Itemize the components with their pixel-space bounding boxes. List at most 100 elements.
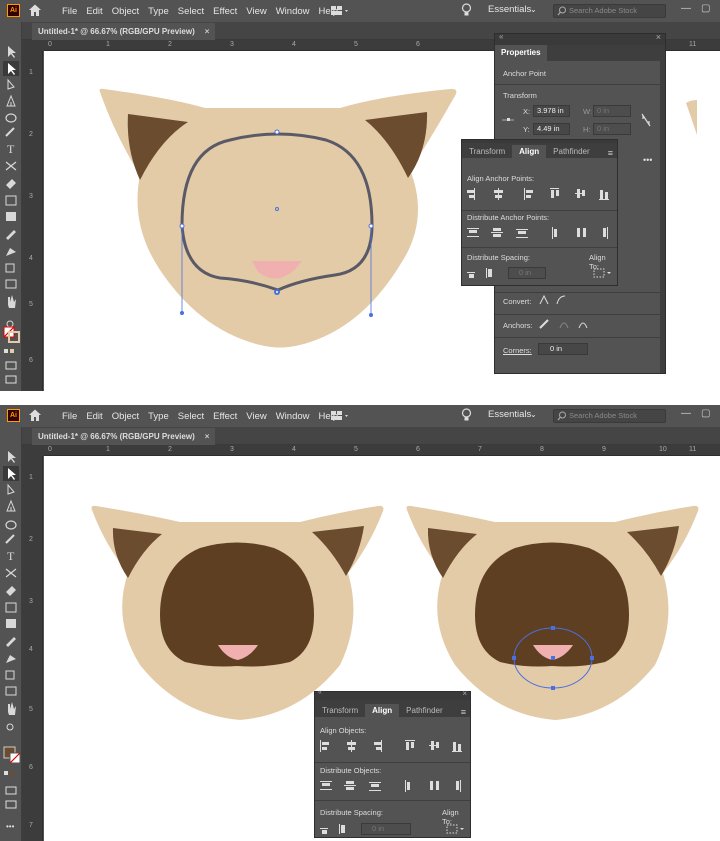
- align-to-key-object-icon[interactable]: [446, 823, 466, 835]
- distribute-anchor-buttons[interactable]: [462, 225, 619, 241]
- menu-object[interactable]: Object: [112, 6, 139, 17]
- ruler-tick: 1: [29, 69, 33, 76]
- menu-object[interactable]: Object: [112, 411, 139, 422]
- tab-pathfinder[interactable]: Pathfinder: [546, 145, 596, 158]
- document-tab-bar: Untitled-1* @ 66.67% (RGB/GPU Preview) ×: [22, 427, 720, 445]
- corners-label[interactable]: Corners:: [503, 346, 532, 355]
- document-tab[interactable]: Untitled-1* @ 66.67% (RGB/GPU Preview) ×: [32, 428, 216, 445]
- close-icon[interactable]: ×: [205, 432, 210, 441]
- panel-scrollbar[interactable]: [660, 61, 665, 373]
- tab-align[interactable]: Align: [512, 145, 547, 158]
- tools-icons[interactable]: T: [0, 22, 22, 391]
- color-mode-icon: [4, 349, 8, 353]
- ruler-tick: 2: [29, 536, 33, 543]
- distribute-objects-buttons[interactable]: [315, 778, 472, 794]
- convert-corner-icon[interactable]: [538, 294, 550, 306]
- distribute-spacing-buttons[interactable]: [319, 822, 359, 836]
- tab-transform[interactable]: Transform: [315, 704, 365, 717]
- ruler-tick: 8: [540, 446, 544, 453]
- reference-point-icon[interactable]: [501, 108, 515, 122]
- distribute-anchor-points-label: Distribute Anchor Points:: [467, 213, 550, 222]
- tab-align[interactable]: Align: [365, 704, 400, 717]
- search-stock-input[interactable]: Search Adobe Stock: [553, 4, 666, 18]
- menu-type[interactable]: Type: [148, 411, 169, 422]
- lightbulb-icon[interactable]: [461, 408, 472, 422]
- paintbrush-icon: [5, 127, 15, 137]
- home-icon[interactable]: [28, 3, 42, 17]
- menu-file[interactable]: File: [62, 411, 77, 422]
- menu-window[interactable]: Window: [276, 6, 310, 17]
- minimize-icon[interactable]: —: [681, 408, 691, 419]
- pen-tool-icon: [6, 94, 16, 107]
- anchor-point-heading: Anchor Point: [503, 69, 546, 78]
- align-anchor-points-label: Align Anchor Points:: [467, 174, 535, 183]
- panel-menu-icon[interactable]: ≡: [461, 707, 466, 717]
- menu-type[interactable]: Type: [148, 6, 169, 17]
- document-tab[interactable]: Untitled-1* @ 66.67% (RGB/GPU Preview) ×: [32, 23, 216, 40]
- tab-transform[interactable]: Transform: [462, 145, 512, 158]
- chevron-down-icon[interactable]: ⌄: [530, 410, 537, 419]
- arrange-documents-icon[interactable]: [330, 409, 350, 423]
- scale-tool-icon: [5, 602, 17, 613]
- ruler-tick: 2: [29, 131, 33, 138]
- document-tab-label: Untitled-1* @ 66.67% (RGB/GPU Preview): [38, 432, 195, 441]
- align-objects-buttons[interactable]: [315, 738, 472, 754]
- remove-anchor-icon[interactable]: [538, 318, 550, 330]
- h-field[interactable]: 0 in: [593, 123, 631, 135]
- isolate-anchor-icon[interactable]: [577, 318, 589, 330]
- menu-file[interactable]: File: [62, 6, 77, 17]
- app-logo: Ai: [7, 409, 20, 422]
- tab-properties[interactable]: Properties: [495, 45, 547, 61]
- convert-label: Convert:: [503, 297, 532, 306]
- tools-icons[interactable]: T •••: [0, 427, 22, 841]
- panel-grip[interactable]: « ×: [495, 32, 665, 45]
- align-objects-label: Align Objects:: [320, 726, 367, 735]
- scale-tool-icon: [5, 195, 17, 206]
- constrain-link-icon[interactable]: [640, 113, 652, 127]
- convert-smooth-icon[interactable]: [555, 294, 567, 306]
- close-icon[interactable]: ×: [205, 27, 210, 36]
- workspace-switcher[interactable]: Essentials: [488, 4, 531, 15]
- menu-select[interactable]: Select: [178, 411, 204, 422]
- collapse-icon[interactable]: «: [499, 32, 503, 41]
- home-icon[interactable]: [28, 408, 42, 422]
- ruler-tick: 4: [292, 446, 296, 453]
- w-field[interactable]: 0 in: [593, 105, 631, 117]
- menu-edit[interactable]: Edit: [86, 6, 102, 17]
- close-panel-icon[interactable]: ×: [656, 32, 661, 42]
- slice-icon: [5, 686, 17, 696]
- menu-effect[interactable]: Effect: [213, 411, 237, 422]
- selection-tool-icon: [8, 46, 16, 58]
- search-stock-input[interactable]: Search Adobe Stock: [553, 409, 666, 423]
- menu-edit[interactable]: Edit: [86, 411, 102, 422]
- menu-window[interactable]: Window: [276, 411, 310, 422]
- close-panel-icon[interactable]: ×: [462, 689, 467, 698]
- more-options-icon[interactable]: •••: [643, 155, 652, 165]
- x-field[interactable]: 3.978 in: [533, 105, 570, 117]
- spacing-field[interactable]: 0 in: [361, 823, 411, 835]
- workspace-switcher[interactable]: Essentials: [488, 409, 531, 420]
- maximize-icon[interactable]: ▢: [701, 408, 710, 419]
- maximize-icon[interactable]: ▢: [701, 3, 710, 14]
- ruler-tick: 6: [29, 357, 33, 364]
- spacing-field[interactable]: 0 in: [508, 267, 546, 279]
- lightbulb-icon[interactable]: [461, 3, 472, 17]
- chevron-down-icon[interactable]: ⌄: [530, 5, 537, 14]
- anchors-label: Anchors:: [503, 321, 533, 330]
- align-anchor-buttons[interactable]: [462, 186, 619, 202]
- menu-effect[interactable]: Effect: [213, 6, 237, 17]
- cut-path-icon[interactable]: [558, 318, 570, 330]
- corners-field[interactable]: 0 in: [538, 343, 588, 355]
- menu-select[interactable]: Select: [178, 6, 204, 17]
- align-to-key-object-icon[interactable]: [593, 267, 613, 279]
- menu-view[interactable]: View: [246, 411, 266, 422]
- arrange-documents-icon[interactable]: [330, 4, 350, 18]
- y-field[interactable]: 4.49 in: [533, 123, 570, 135]
- w-label: W:: [583, 107, 593, 116]
- minimize-icon[interactable]: —: [681, 3, 691, 14]
- distribute-spacing-buttons[interactable]: [466, 266, 506, 280]
- menu-view[interactable]: View: [246, 6, 266, 17]
- tab-pathfinder[interactable]: Pathfinder: [399, 704, 449, 717]
- collapse-icon[interactable]: «: [318, 689, 322, 696]
- panel-menu-icon[interactable]: ≡: [608, 148, 613, 158]
